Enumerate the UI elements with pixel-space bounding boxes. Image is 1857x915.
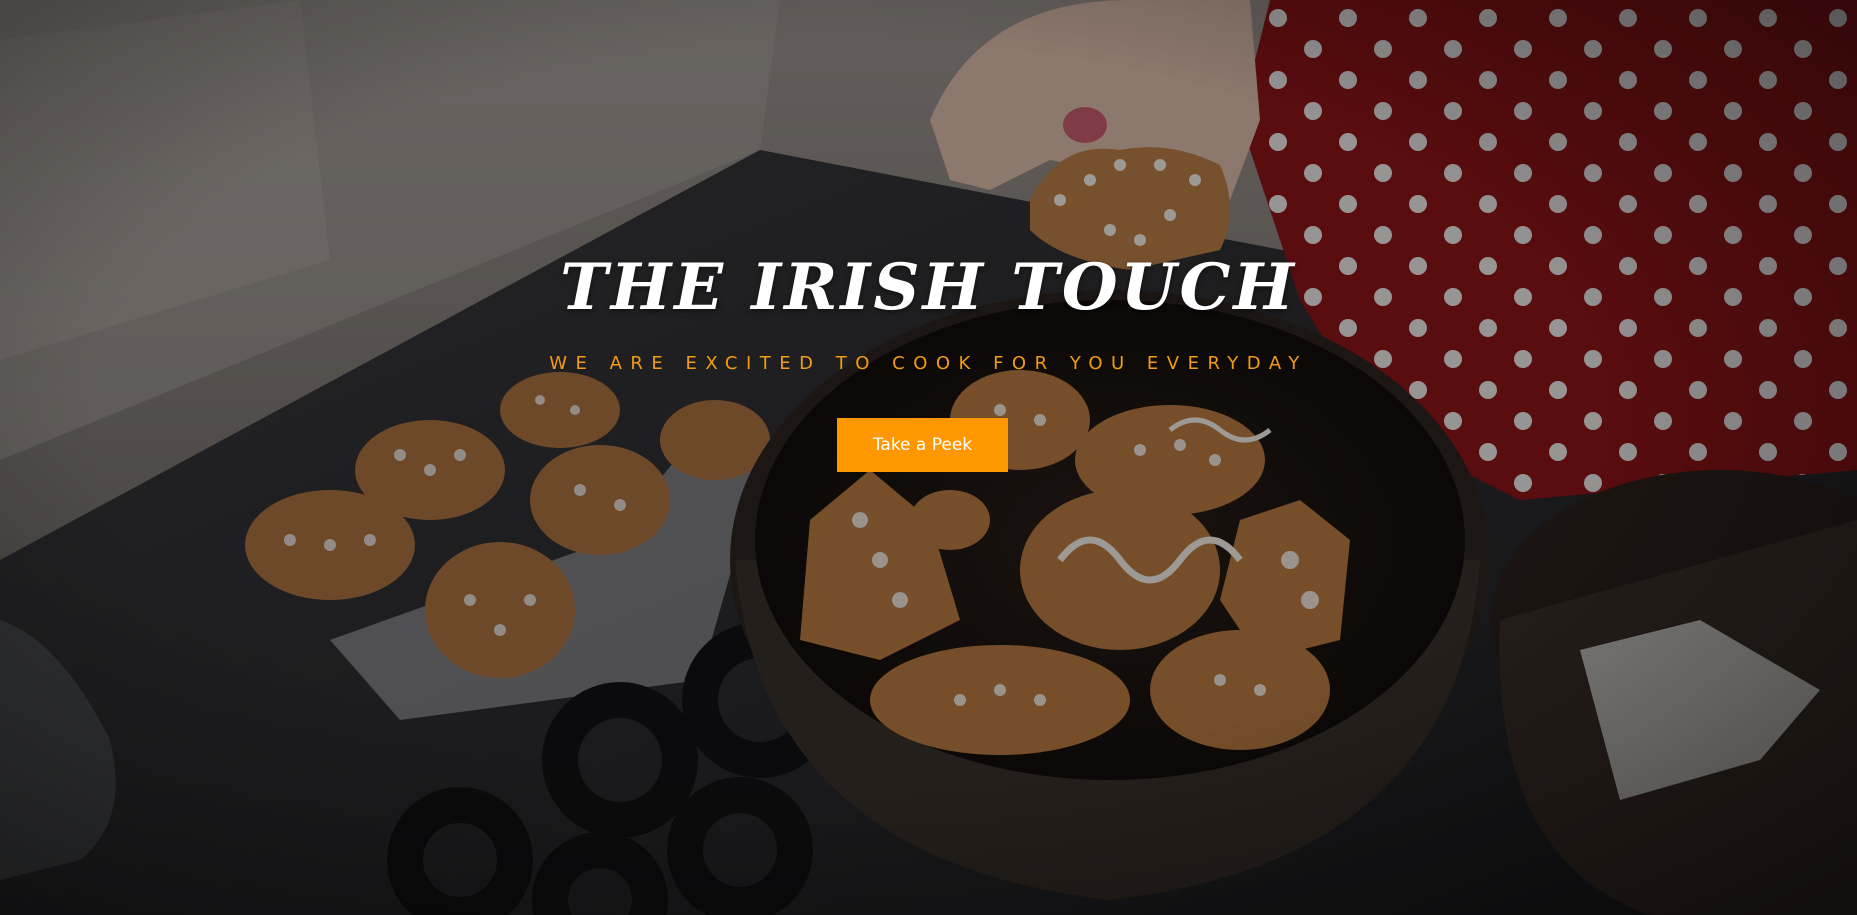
take-a-peek-button[interactable]: Take a Peek [837, 418, 1008, 472]
hero-subtitle: WE ARE EXCITED TO COOK FOR YOU EVERYDAY [549, 353, 1308, 374]
hero-section: THE IRISH TOUCH WE ARE EXCITED TO COOK F… [0, 0, 1857, 915]
hero-content: THE IRISH TOUCH WE ARE EXCITED TO COOK F… [0, 0, 1857, 915]
hero-title: THE IRISH TOUCH [560, 250, 1297, 325]
